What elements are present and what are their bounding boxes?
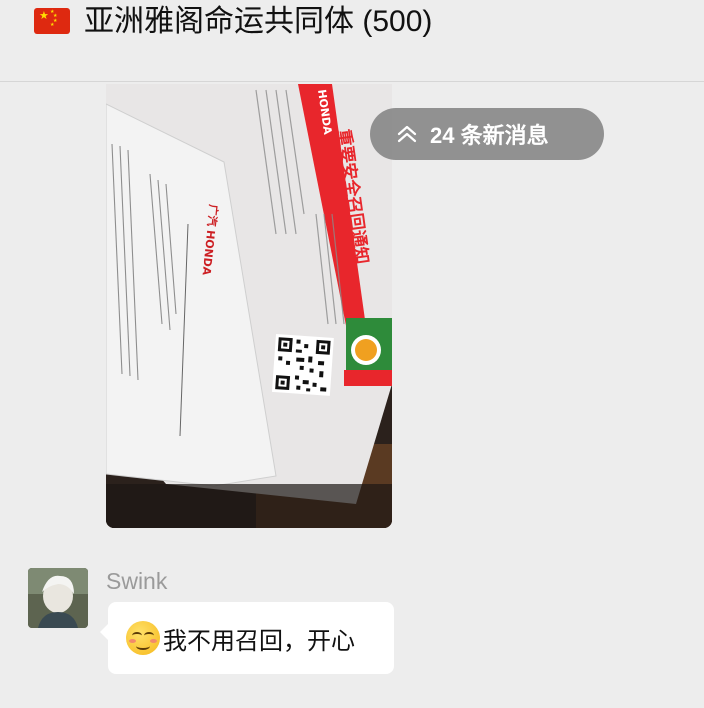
message-bubble[interactable]: 我不用召回，开心 (100, 602, 394, 674)
double-chevron-up-icon (397, 125, 417, 143)
qr-code (271, 334, 334, 396)
flushed-smile-emoji-icon (126, 621, 160, 655)
chat-title[interactable]: 亚洲雅阁命运共同体 (500) (84, 2, 432, 42)
sender-name: Swink (106, 568, 168, 594)
china-flag-icon: ★ ★ ★ ★ ★ (34, 8, 70, 34)
avatar[interactable] (28, 568, 88, 628)
new-messages-label: 24 条新消息 (430, 123, 549, 148)
image-message[interactable]: 重要安全召回通知 HONDA 广汽 HONDA (106, 84, 392, 528)
chat-header: ★ ★ ★ ★ ★ 亚洲雅阁命运共同体 (500) (0, 0, 704, 82)
message-text: 我不用召回，开心 (163, 627, 355, 655)
new-messages-button[interactable]: 24 条新消息 (370, 108, 604, 160)
